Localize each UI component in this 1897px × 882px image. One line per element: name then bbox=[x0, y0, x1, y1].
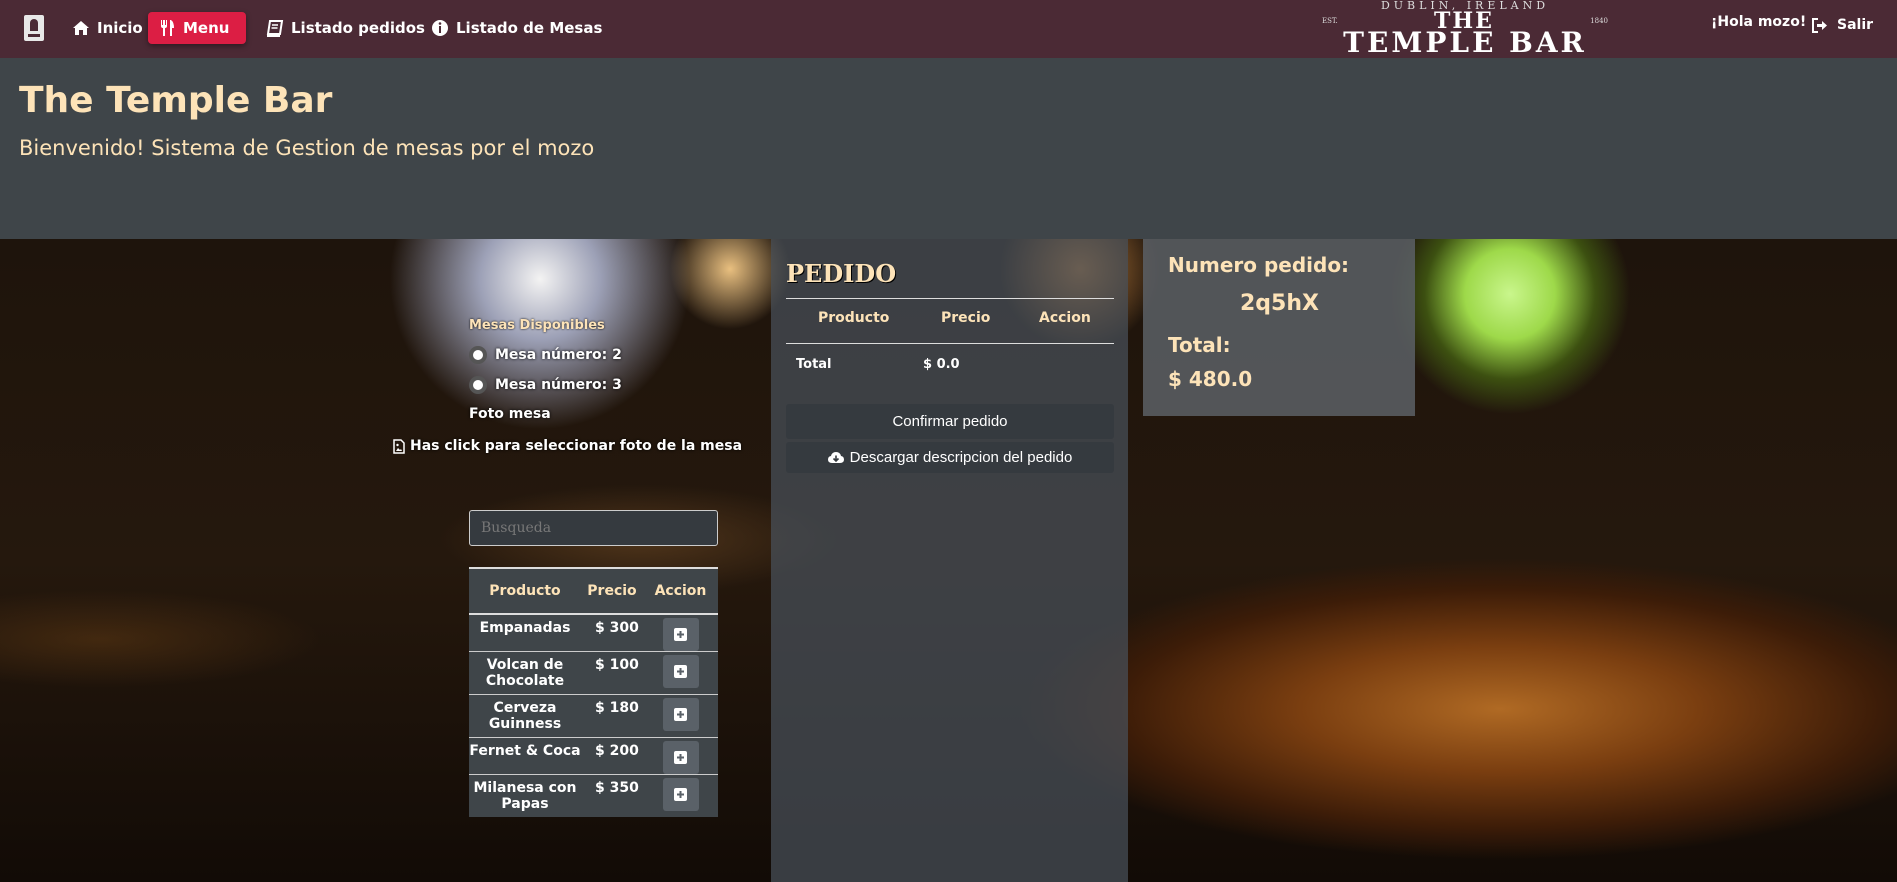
add-item-button[interactable] bbox=[662, 618, 699, 651]
mesa-radio-3[interactable]: Mesa número: 3 bbox=[469, 376, 622, 394]
producto-cell: Cerveza Guinness bbox=[469, 694, 581, 738]
utensils-icon bbox=[161, 20, 174, 36]
total-value: $ 480.0 bbox=[1168, 367, 1253, 391]
nav-menu-label: Menu bbox=[183, 19, 230, 37]
door-icon[interactable] bbox=[24, 15, 44, 41]
page-title: The Temple Bar bbox=[19, 80, 333, 121]
sign-out-icon bbox=[1812, 17, 1827, 33]
mesa-radio-label: Mesa número: 3 bbox=[495, 377, 622, 393]
pedido-panel: PEDIDO Producto Precio Accion Total $ 0.… bbox=[771, 239, 1128, 882]
radio-button[interactable] bbox=[469, 376, 487, 394]
nav-inicio[interactable]: Inicio bbox=[62, 12, 153, 44]
producto-cell: Volcan de Chocolate bbox=[469, 651, 581, 695]
info-circle-icon bbox=[432, 20, 448, 36]
radio-button[interactable] bbox=[469, 346, 487, 364]
plus-square-icon bbox=[674, 751, 687, 764]
menu-table: Producto Precio Accion Empanadas $ 300 V… bbox=[469, 567, 718, 817]
nav-inicio-label: Inicio bbox=[97, 19, 143, 37]
mesa-radio-2[interactable]: Mesa número: 2 bbox=[469, 346, 622, 364]
table-row: Empanadas $ 300 bbox=[469, 613, 718, 652]
table-row: Milanesa con Papas $ 350 bbox=[469, 774, 718, 817]
add-item-button[interactable] bbox=[662, 778, 699, 811]
add-item-button[interactable] bbox=[662, 741, 699, 774]
page-subtitle: Bienvenido! Sistema de Gestion de mesas … bbox=[19, 136, 595, 160]
table-row: Cerveza Guinness $ 180 bbox=[469, 694, 718, 738]
plus-square-icon bbox=[674, 628, 687, 641]
add-item-button[interactable] bbox=[662, 698, 699, 731]
table-row: Fernet & Coca $ 200 bbox=[469, 737, 718, 775]
image-file-icon bbox=[393, 438, 405, 454]
numero-pedido-value: 2q5hX bbox=[1240, 291, 1319, 316]
column-header-precio: Precio bbox=[581, 567, 643, 615]
pedido-column-accion: Accion bbox=[1039, 310, 1091, 326]
precio-cell: $ 350 bbox=[581, 774, 643, 817]
nav-listado-pedidos[interactable]: Listado pedidos bbox=[256, 12, 435, 44]
temple-bar-logo: DUBLIN, IRELAND EST. THE 1840 TEMPLE BAR bbox=[1282, 0, 1648, 59]
confirmar-pedido-label: Confirmar pedido bbox=[892, 413, 1008, 430]
column-header-producto: Producto bbox=[469, 567, 581, 615]
precio-cell: $ 180 bbox=[581, 694, 643, 738]
column-header-accion: Accion bbox=[643, 567, 718, 615]
plus-square-icon bbox=[674, 708, 687, 721]
precio-cell: $ 200 bbox=[581, 737, 643, 775]
numero-pedido-label: Numero pedido: bbox=[1168, 253, 1350, 277]
table-row: Volcan de Chocolate $ 100 bbox=[469, 651, 718, 695]
precio-cell: $ 100 bbox=[581, 651, 643, 695]
add-item-button[interactable] bbox=[662, 655, 699, 688]
nav-listado-pedidos-label: Listado pedidos bbox=[291, 19, 425, 37]
logo-est: EST. bbox=[1322, 17, 1338, 25]
pedido-column-precio: Precio bbox=[941, 310, 991, 326]
logout-button[interactable]: Salir bbox=[1812, 17, 1873, 33]
pedido-title: PEDIDO bbox=[786, 259, 897, 288]
cloud-download-icon bbox=[827, 452, 844, 463]
foto-mesa-label: Foto mesa bbox=[469, 406, 551, 422]
pedido-info-panel: Numero pedido: 2q5hX Total: $ 480.0 bbox=[1143, 239, 1415, 416]
logo-year: 1840 bbox=[1590, 17, 1608, 25]
confirmar-pedido-button[interactable]: Confirmar pedido bbox=[786, 404, 1114, 439]
logo-main-text: TEMPLE BAR bbox=[1343, 26, 1587, 59]
page-header: The Temple Bar Bienvenido! Sistema de Ge… bbox=[0, 58, 1897, 239]
home-icon bbox=[73, 21, 89, 35]
pedido-column-producto: Producto bbox=[818, 310, 890, 326]
nav-listado-mesas-label: Listado de Mesas bbox=[456, 19, 603, 37]
foto-mesa-file-picker[interactable]: Has click para seleccionar foto de la me… bbox=[393, 438, 742, 454]
mesas-disponibles-label: Mesas Disponibles bbox=[469, 318, 605, 333]
mesa-radio-label: Mesa número: 2 bbox=[495, 347, 622, 363]
precio-cell: $ 300 bbox=[581, 613, 643, 652]
pedido-total-label: Total bbox=[796, 357, 832, 372]
plus-square-icon bbox=[674, 665, 687, 678]
navbar: Inicio Menu Listado pedidos Listado de M… bbox=[0, 0, 1897, 58]
foto-mesa-file-label: Has click para seleccionar foto de la me… bbox=[410, 438, 743, 454]
logout-label: Salir bbox=[1837, 17, 1874, 33]
total-label: Total: bbox=[1168, 333, 1231, 357]
descargar-descripcion-label: Descargar descripcion del pedido bbox=[849, 449, 1073, 466]
pedido-total-value: $ 0.0 bbox=[923, 357, 960, 372]
nav-listado-mesas[interactable]: Listado de Mesas bbox=[421, 12, 612, 44]
pedido-table-header: Producto Precio Accion bbox=[786, 298, 1114, 344]
nav-menu[interactable]: Menu bbox=[148, 12, 246, 44]
plus-square-icon bbox=[674, 788, 687, 801]
producto-cell: Fernet & Coca bbox=[469, 737, 581, 775]
descargar-descripcion-button[interactable]: Descargar descripcion del pedido bbox=[786, 442, 1114, 473]
search-input[interactable] bbox=[469, 510, 718, 546]
greeting: ¡Hola mozo! bbox=[1711, 14, 1807, 30]
producto-cell: Empanadas bbox=[469, 613, 581, 652]
producto-cell: Milanesa con Papas bbox=[469, 774, 581, 817]
book-icon bbox=[266, 19, 284, 37]
